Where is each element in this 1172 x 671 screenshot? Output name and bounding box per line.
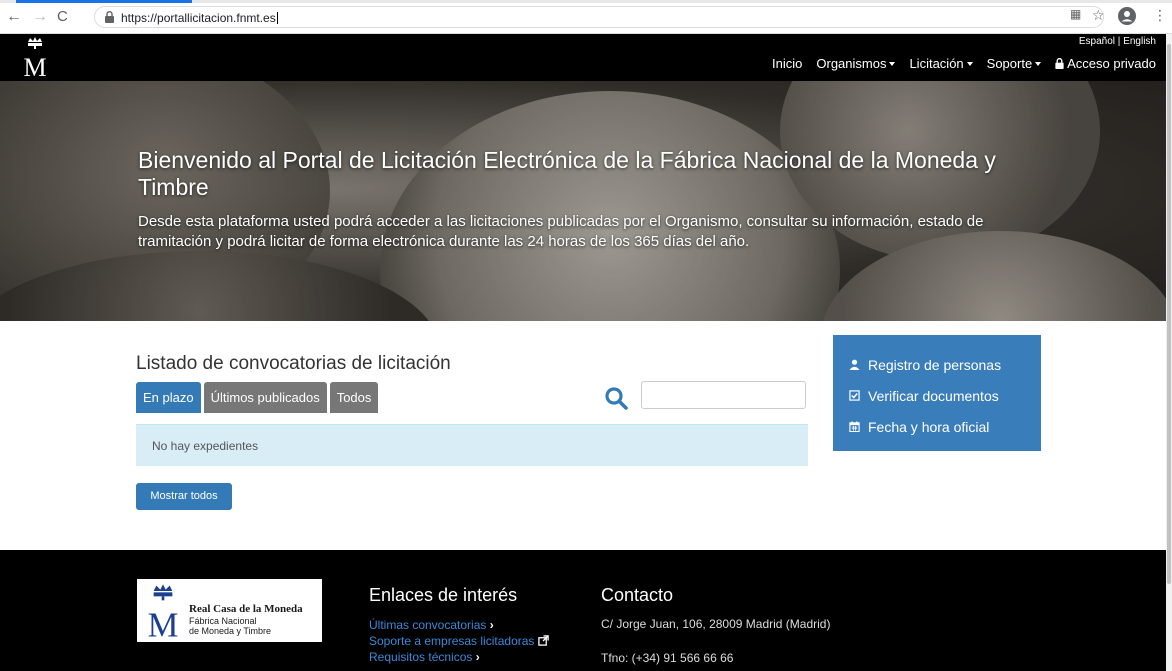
search-icon[interactable]: [604, 386, 628, 410]
logo-subtitle-line2: de Moneda y Timbre: [189, 626, 272, 636]
link-fecha-hora-oficial[interactable]: Fecha y hora oficial: [849, 411, 1025, 442]
menu-kebab-icon[interactable]: ⋮: [1153, 7, 1167, 24]
show-all-button[interactable]: Mostrar todos: [136, 483, 232, 510]
contact-phone: Tfno: (+34) 91 566 66 66: [601, 651, 734, 665]
site-header: M Español | English Inicio Organismos Li…: [0, 34, 1166, 81]
site-footer: M Real Casa de la Moneda Fábrica Naciona…: [0, 550, 1166, 671]
lock-icon: [1055, 57, 1064, 69]
quick-links-panel: Registro de personas Verificar documento…: [833, 335, 1041, 451]
back-icon[interactable]: ←: [6, 9, 22, 25]
nav-licitacion-label: Licitación: [909, 56, 964, 71]
hero-banner: Bienvenido al Portal de Licitación Elect…: [0, 81, 1166, 321]
external-link-icon: [538, 635, 549, 646]
link-fecha-label: Fecha y hora oficial: [868, 418, 990, 435]
nav-organismos[interactable]: Organismos: [816, 56, 896, 71]
hero-overlay: [0, 81, 1166, 321]
hero-title: Bienvenido al Portal de Licitación Elect…: [138, 147, 996, 200]
fnmt-logo-icon[interactable]: M: [20, 36, 50, 78]
svg-text:M: M: [23, 53, 46, 78]
real-casa-moneda-logo[interactable]: M Real Casa de la Moneda Fábrica Naciona…: [137, 579, 322, 642]
bookmark-star-icon[interactable]: ☆: [1092, 7, 1105, 24]
nav-organismos-label: Organismos: [816, 56, 887, 71]
tab-ultimos-publicados[interactable]: Últimos publicados: [203, 382, 327, 413]
contact-address: C/ Jorge Juan, 106, 28009 Madrid (Madrid…: [601, 617, 831, 631]
nav-soporte[interactable]: Soporte: [987, 56, 1042, 71]
lang-separator: |: [1117, 36, 1121, 47]
link-verificar-documentos[interactable]: Verificar documentos: [849, 380, 1025, 411]
logo-subtitle-line1: Fábrica Nacional: [189, 616, 257, 626]
scrollbar-thumb[interactable]: [1167, 44, 1171, 584]
link-registro-personas[interactable]: Registro de personas: [849, 349, 1025, 380]
nav-soporte-label: Soporte: [986, 56, 1033, 71]
url-text: https://portallicitacion.fnmt.es: [121, 11, 276, 25]
empty-results-text: No hay expedientes: [152, 439, 259, 453]
calendar-icon: [849, 421, 860, 432]
svg-text:M: M: [148, 606, 179, 639]
link-registro-label: Registro de personas: [868, 356, 1002, 373]
lang-es-link[interactable]: Español: [1079, 36, 1115, 47]
logo-subtitle: Fábrica Nacional de Moneda y Timbre: [189, 616, 271, 636]
search-input[interactable]: [641, 381, 806, 409]
fnmt-logo-icon: M: [148, 584, 179, 639]
page-scrollbar[interactable]: [1166, 34, 1172, 671]
tab-todos[interactable]: Todos: [329, 382, 379, 413]
logo-title: Real Casa de la Moneda: [189, 603, 303, 615]
caret-down-icon: [889, 62, 896, 66]
link-soporte-label: Soporte a empresas licitadoras: [369, 634, 535, 648]
empty-results-alert: No hay expedientes: [136, 424, 808, 466]
link-verificar-label: Verificar documentos: [868, 387, 999, 404]
reload-icon[interactable]: C: [57, 9, 68, 25]
language-switcher: Español | English: [1079, 36, 1156, 47]
nav-licitacion[interactable]: Licitación: [909, 56, 973, 71]
link-soporte-empresas[interactable]: Soporte a empresas licitadoras: [369, 633, 549, 649]
check-square-icon: [849, 390, 860, 401]
browser-toolbar: ← → C https://portallicitacion.fnmt.es ▦…: [0, 0, 1172, 34]
profile-avatar-icon[interactable]: [1118, 7, 1136, 25]
main-nav: Inicio Organismos Licitación Soporte Acc…: [772, 56, 1156, 71]
tab-strip: [0, 0, 1172, 3]
links-heading: Enlaces de interés: [369, 585, 518, 605]
active-tab-indicator[interactable]: [16, 0, 192, 3]
listing-tabs: En plazo Últimos publicados Todos: [136, 382, 379, 413]
nav-acceso-privado[interactable]: Acceso privado: [1055, 56, 1156, 71]
link-ultimas-convocatorias[interactable]: Últimas convocatorias ›: [369, 617, 549, 633]
tab-en-plazo[interactable]: En plazo: [136, 382, 201, 413]
link-requisitos-label: Requisitos técnicos: [369, 650, 473, 664]
link-requisitos-tecnicos[interactable]: Requisitos técnicos ›: [369, 649, 549, 665]
link-ultimas-label: Últimas convocatorias: [369, 618, 487, 632]
qr-code-icon[interactable]: ▦: [1070, 7, 1081, 21]
lock-icon: [105, 11, 114, 23]
chevron-right-icon: ›: [489, 618, 494, 632]
footer-links: Últimas convocatorias › Soporte a empres…: [369, 617, 549, 665]
forward-icon[interactable]: →: [32, 9, 48, 25]
listing-title: Listado de convocatorias de licitación: [136, 353, 451, 374]
address-bar[interactable]: https://portallicitacion.fnmt.es: [94, 6, 1104, 28]
lang-en-link[interactable]: English: [1123, 36, 1156, 47]
hero-subtitle: Desde esta plataforma usted podrá accede…: [138, 213, 984, 250]
nav-acceso-label: Acceso privado: [1067, 56, 1156, 71]
user-icon: [849, 359, 860, 370]
nav-inicio[interactable]: Inicio: [772, 56, 802, 71]
chevron-right-icon: ›: [475, 650, 480, 664]
contact-heading: Contacto: [601, 585, 674, 605]
caret-down-icon: [966, 62, 973, 66]
caret-down-icon: [1035, 62, 1042, 66]
